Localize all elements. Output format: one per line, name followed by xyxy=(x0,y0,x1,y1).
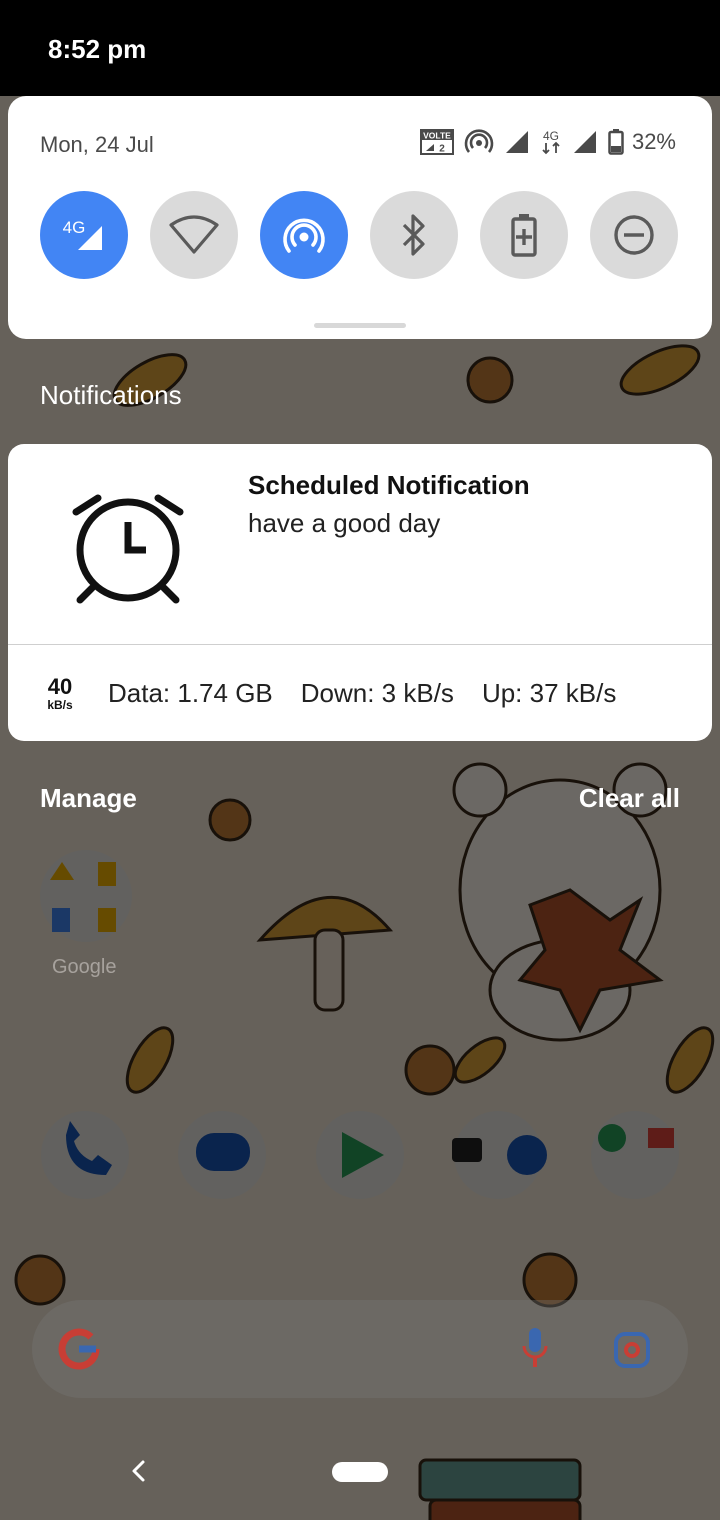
network-monitor-row: Data: 1.74 GB Down: 3 kB/s Up: 37 kB/s xyxy=(108,678,616,709)
svg-text:4G: 4G xyxy=(543,129,559,143)
volte-icon: VOLTE 2 xyxy=(419,129,454,155)
battery-saver-icon xyxy=(511,214,537,257)
tile-do-not-disturb[interactable] xyxy=(590,191,678,279)
signal-icon-2 xyxy=(572,129,598,155)
wifi-icon xyxy=(169,215,219,254)
status-bar: 8:52 pm xyxy=(0,0,720,96)
home-pill[interactable] xyxy=(332,1462,388,1482)
bluetooth-icon xyxy=(402,214,425,256)
do-not-disturb-icon xyxy=(614,215,654,255)
status-time: 8:52 pm xyxy=(48,34,147,64)
tile-wifi[interactable] xyxy=(150,191,238,279)
tile-bluetooth[interactable] xyxy=(370,191,458,279)
speed-value: 40 xyxy=(47,674,73,699)
hotspot-icon xyxy=(283,218,325,253)
notification-title: Scheduled Notification xyxy=(248,470,530,500)
manage-button[interactable]: Manage xyxy=(40,783,137,814)
qs-expand-handle[interactable] xyxy=(314,323,406,328)
tile-mobile-data[interactable]: 4G xyxy=(40,191,128,279)
quick-settings-panel: Mon, 24 Jul VOLTE 2 4G 32% 4G xyxy=(8,96,712,339)
speed-unit: kB/s xyxy=(47,698,73,712)
svg-text:VOLTE: VOLTE xyxy=(423,131,451,141)
signal-icon xyxy=(504,129,530,155)
svg-text:2: 2 xyxy=(439,144,445,155)
battery-percent: 32% xyxy=(631,129,676,154)
hotspot-icon xyxy=(464,128,494,156)
google-g-icon xyxy=(58,1328,100,1370)
upload-speed: Up: 37 kB/s xyxy=(481,678,617,708)
svg-text:4G: 4G xyxy=(63,218,86,237)
qs-date: Mon, 24 Jul xyxy=(40,132,154,157)
home-search-bar xyxy=(32,1300,688,1398)
clear-all-button[interactable]: Clear all xyxy=(579,783,680,814)
qs-status-icons: VOLTE 2 4G 32% xyxy=(419,128,676,156)
network-speed-badge: 40 kB/s xyxy=(40,674,80,713)
google-folder-label: Google xyxy=(52,956,117,978)
mobile-data-icon: 4G xyxy=(63,218,102,250)
tile-battery-saver[interactable] xyxy=(480,191,568,279)
back-icon[interactable] xyxy=(124,1456,154,1486)
download-speed: Down: 3 kB/s xyxy=(300,678,454,708)
battery-icon xyxy=(608,129,624,155)
mic-icon xyxy=(522,1328,548,1367)
notification-card[interactable]: Scheduled Notification have a good day 4… xyxy=(8,444,712,741)
alarm-clock-icon xyxy=(72,494,184,604)
data-usage: Data: 1.74 GB xyxy=(108,678,273,708)
notification-divider xyxy=(8,644,712,645)
4g-icon: 4G xyxy=(540,128,562,156)
notification-text: have a good day xyxy=(248,508,441,538)
quick-settings-tiles: 4G xyxy=(40,191,678,279)
tile-hotspot[interactable] xyxy=(260,191,348,279)
notifications-header: Notifications xyxy=(40,380,182,410)
lens-icon xyxy=(614,1332,650,1368)
